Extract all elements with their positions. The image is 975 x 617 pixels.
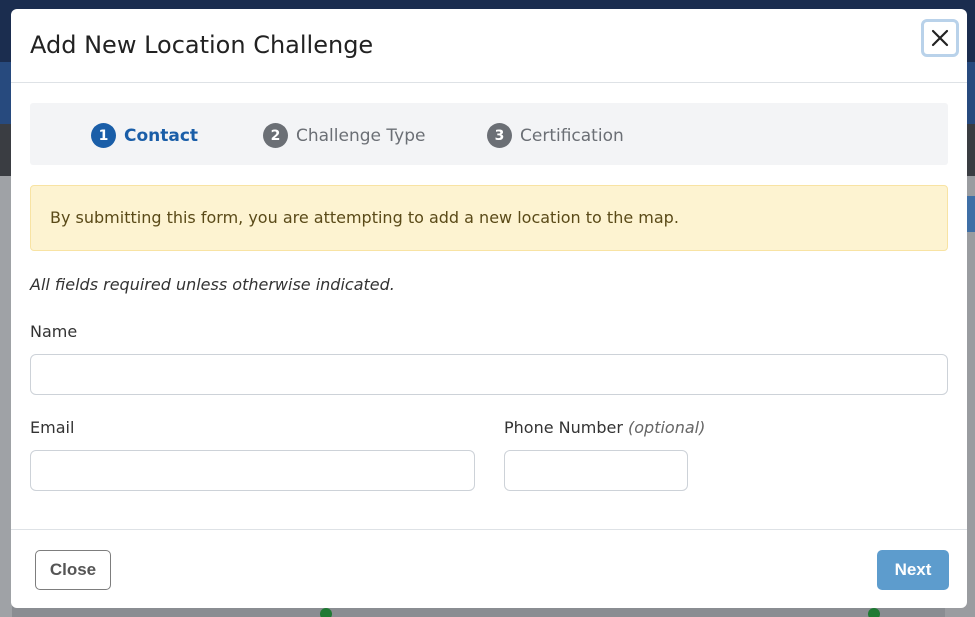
close-dialog-button[interactable] xyxy=(921,19,959,57)
warning-alert: By submitting this form, you are attempt… xyxy=(30,185,948,251)
close-icon xyxy=(931,29,949,47)
name-input[interactable] xyxy=(30,354,948,395)
step-label: Certification xyxy=(520,125,624,146)
step-challenge-type: 2 Challenge Type xyxy=(263,123,425,148)
step-label: Contact xyxy=(124,125,199,146)
optional-indicator: (optional) xyxy=(628,418,706,437)
add-location-challenge-dialog: Add New Location Challenge 1 Contact 2 C… xyxy=(11,9,967,608)
step-label: Challenge Type xyxy=(296,125,426,146)
step-indicator: 1 Contact 2 Challenge Type 3 Certificati… xyxy=(30,103,948,165)
phone-input[interactable] xyxy=(504,450,688,491)
email-label: Email xyxy=(30,418,75,437)
dialog-title: Add New Location Challenge xyxy=(30,31,374,59)
alert-text: By submitting this form, you are attempt… xyxy=(50,208,679,227)
name-label: Name xyxy=(30,322,78,341)
step-number: 3 xyxy=(487,123,512,148)
phone-label: Phone Number (optional) xyxy=(504,418,705,437)
phone-label-text: Phone Number xyxy=(504,418,623,437)
map-marker-icon xyxy=(868,608,880,617)
dialog-header: Add New Location Challenge xyxy=(11,9,967,83)
next-button[interactable]: Next xyxy=(877,550,949,590)
map-marker-icon xyxy=(320,608,332,617)
step-contact: 1 Contact xyxy=(91,123,198,148)
email-input[interactable] xyxy=(30,450,475,491)
step-number: 2 xyxy=(263,123,288,148)
close-button[interactable]: Close xyxy=(35,550,111,590)
required-fields-hint: All fields required unless otherwise ind… xyxy=(30,275,395,294)
dialog-footer: Close Next xyxy=(11,529,967,608)
step-number: 1 xyxy=(91,123,116,148)
step-certification: 3 Certification xyxy=(487,123,624,148)
